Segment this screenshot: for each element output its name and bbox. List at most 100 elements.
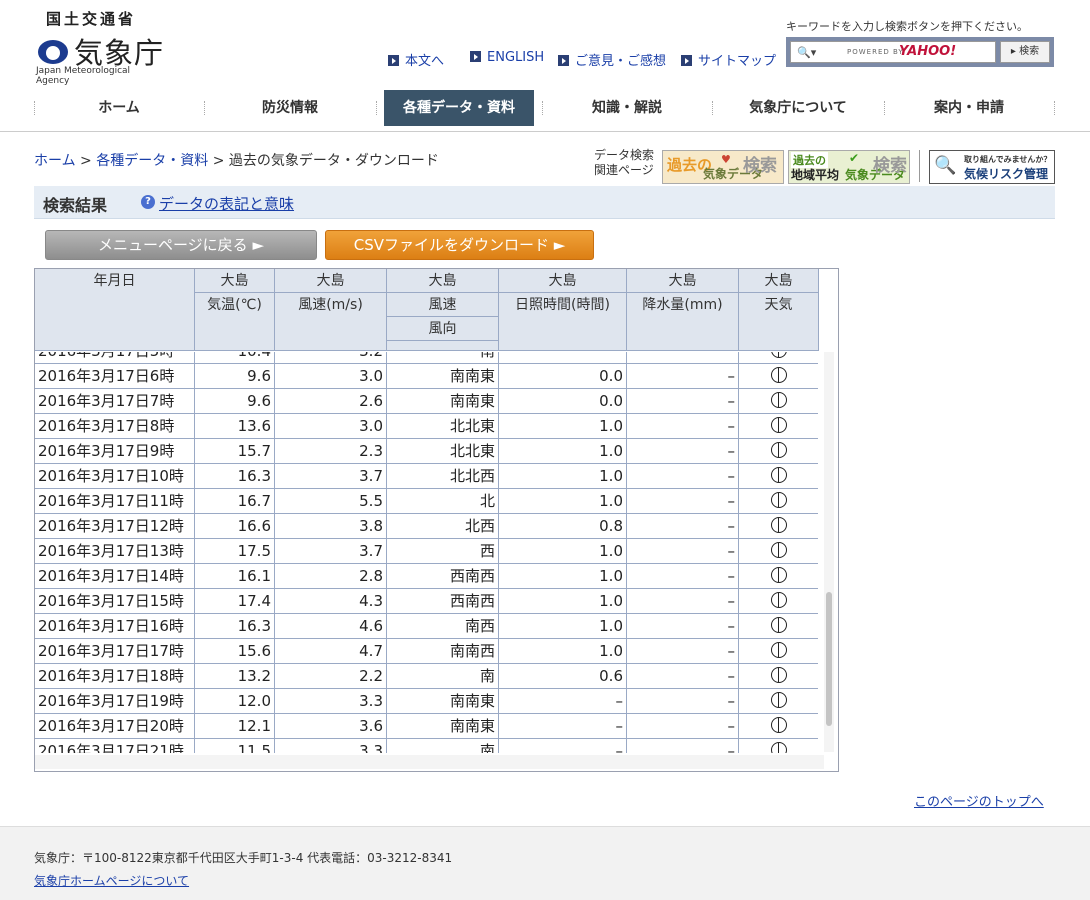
station-header: 大島 <box>627 269 739 293</box>
link-label: ENGLISH <box>487 50 545 65</box>
weather-cell <box>739 714 818 739</box>
sunshine-cell: 1.0 <box>499 639 627 664</box>
wind-speed-cell: 2.2 <box>275 664 387 689</box>
weather-data-table: 年月日 大島 大島 大島 大島 大島 大島 気温(℃) 風速(m/s) 風速 風… <box>34 268 839 772</box>
weather-cell <box>739 564 818 589</box>
clear-weather-icon <box>770 492 787 508</box>
nav-about-agency[interactable]: 気象庁について <box>712 90 884 126</box>
wind-speed-header: 風速(m/s) <box>275 293 387 351</box>
date-cell: 2016年3月17日13時 <box>35 539 195 564</box>
station-header: 大島 <box>275 269 387 293</box>
nav-knowledge[interactable]: 知識・解説 <box>542 90 712 126</box>
sunshine-cell: 0.0 <box>499 389 627 414</box>
back-to-menu-button[interactable]: メニューページに戻る ► <box>45 230 317 260</box>
nav-separator <box>1054 101 1056 115</box>
table-row: 2016年3月17日21時 11.5 3.3 南 – – <box>35 739 818 753</box>
climate-risk-banner[interactable]: 🔍 取り組んでみませんか？ 気候リスク管理 <box>929 150 1055 184</box>
search-hint: キーワードを入力し検索ボタンを押下ください。 <box>786 20 1028 33</box>
past-weather-data-banner[interactable]: 過去の ♥ 気象データ 検索 <box>662 150 784 184</box>
vertical-scrollbar[interactable] <box>824 352 834 752</box>
sunshine-cell: 1.0 <box>499 539 627 564</box>
nav-home[interactable]: ホーム <box>34 90 204 126</box>
weather-cell <box>739 489 818 514</box>
wind-direction-cell: 北北西 <box>387 464 499 489</box>
table-row: 2016年3月17日14時 16.1 2.8 西南西 1.0– <box>35 564 818 589</box>
banner-text: 検索 <box>873 156 907 176</box>
date-cell: 2016年3月17日10時 <box>35 464 195 489</box>
link-label: 本文へ <box>405 54 445 69</box>
help-icon: ? <box>141 195 155 209</box>
wind-speed-cell: 3.6 <box>275 714 387 739</box>
scroll-thumb[interactable] <box>826 592 832 726</box>
clear-weather-icon <box>770 352 787 358</box>
breadcrumb-home[interactable]: ホーム <box>34 153 76 169</box>
station-header: 大島 <box>387 269 499 293</box>
precipitation-cell: – <box>627 489 739 514</box>
table-row: 2016年3月17日11時 16.7 5.5 北 1.0– <box>35 489 818 514</box>
about-site-link[interactable]: 気象庁ホームページについて <box>34 872 189 889</box>
banner-text: 気候リスク管理 <box>964 167 1049 181</box>
feedback-link[interactable]: ご意見・ご感想 <box>558 50 666 69</box>
data-notation-link[interactable]: データの表記と意味 <box>159 193 294 214</box>
weather-cell <box>739 389 818 414</box>
nav-data-materials[interactable]: 各種データ・資料 <box>384 90 534 126</box>
english-link[interactable]: ENGLISH <box>470 50 544 65</box>
precipitation-cell: – <box>627 464 739 489</box>
sitemap-link[interactable]: サイトマップ <box>681 50 776 69</box>
page-top-link[interactable]: このページのトップへ <box>914 791 1044 810</box>
wind-direction-header: 風向 <box>387 317 499 341</box>
table-row: 2016年3月17日5時10.43.2南 <box>35 352 818 364</box>
weather-cell <box>739 689 818 714</box>
precipitation-cell: – <box>627 364 739 389</box>
wind-direction-cell: 南南西 <box>387 639 499 664</box>
table-row: 2016年3月17日7時 9.6 2.6 南南東 0.0– <box>35 389 818 414</box>
wind-speed-cell: 3.2 <box>275 352 387 364</box>
wind-direction-cell: 南南東 <box>387 389 499 414</box>
date-cell: 2016年3月17日7時 <box>35 389 195 414</box>
breadcrumb: ホーム > 各種データ・資料 > 過去の気象データ・ダウンロード <box>34 150 439 170</box>
temperature-cell: 13.2 <box>195 664 275 689</box>
table-body[interactable]: 2016年3月17日5時10.43.2南2016年3月17日6時9.63.0南南… <box>35 352 818 753</box>
magnifier-icon: 🔍 <box>934 155 957 176</box>
temperature-cell: 16.6 <box>195 514 275 539</box>
global-nav: ホーム 防災情報 各種データ・資料 知識・解説 気象庁について 案内・申請 <box>0 89 1090 132</box>
clear-weather-icon <box>770 417 787 433</box>
arrow-bullet-icon <box>470 51 481 62</box>
sunshine-cell: 1.0 <box>499 489 627 514</box>
wind-speed-cell: 2.3 <box>275 439 387 464</box>
breadcrumb-separator: > <box>212 153 229 169</box>
precipitation-cell: – <box>627 389 739 414</box>
precipitation-cell: – <box>627 664 739 689</box>
jma-logo-icon <box>38 40 68 64</box>
nav-guidance[interactable]: 案内・申請 <box>884 90 1054 126</box>
temperature-cell: 17.5 <box>195 539 275 564</box>
wind-direction-cell: 西南西 <box>387 564 499 589</box>
temperature-cell: 15.6 <box>195 639 275 664</box>
search-input[interactable]: 🔍▾ POWERED BY YAHOO! <box>790 41 996 63</box>
horizontal-scrollbar[interactable] <box>35 755 824 769</box>
arrow-bullet-icon <box>558 55 569 66</box>
wind-direction-cell: 南南東 <box>387 364 499 389</box>
regional-average-data-banner[interactable]: 過去の ✔ 地域平均 気象データ 検索 <box>788 150 910 184</box>
skip-to-content-link[interactable]: 本文へ <box>388 50 444 69</box>
table-header: 年月日 大島 大島 大島 大島 大島 大島 気温(℃) 風速(m/s) 風速 風… <box>35 269 819 351</box>
wind-direction-cell: 南南東 <box>387 689 499 714</box>
clear-weather-icon <box>770 717 787 733</box>
wind-direction-cell: 北西 <box>387 514 499 539</box>
temperature-cell: 9.6 <box>195 389 275 414</box>
banner-text: 地域平均 <box>791 168 840 182</box>
table-row: 2016年3月17日16時 16.3 4.6 南西 1.0– <box>35 614 818 639</box>
search-button[interactable]: ▸ 検索 <box>1000 41 1050 63</box>
weather-cell <box>739 439 818 464</box>
nav-disaster-info[interactable]: 防災情報 <box>204 90 376 126</box>
csv-download-button[interactable]: CSVファイルをダウンロード ► <box>325 230 594 260</box>
sunshine-cell: 1.0 <box>499 589 627 614</box>
wind-speed-cell: 3.0 <box>275 364 387 389</box>
wind-speed-cell: 3.7 <box>275 539 387 564</box>
wind-speed-cell: 2.8 <box>275 564 387 589</box>
breadcrumb-section[interactable]: 各種データ・資料 <box>96 153 208 169</box>
jma-logo[interactable]: 国土交通省 気象庁 Japan Meteorological Agency <box>36 8 166 86</box>
weather-cell <box>739 664 818 689</box>
banner-text: 検索 <box>743 156 777 176</box>
wind-speed-cell: 4.7 <box>275 639 387 664</box>
